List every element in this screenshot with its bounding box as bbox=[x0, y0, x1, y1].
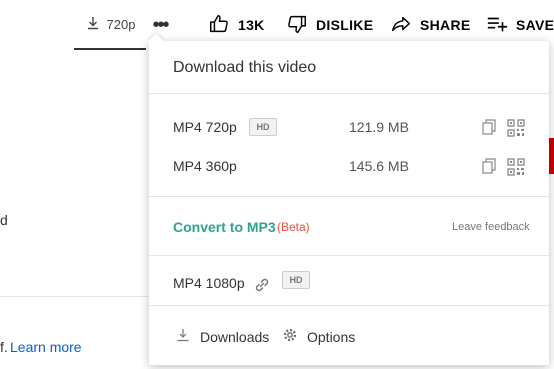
format-name: MP4 720p bbox=[173, 119, 237, 135]
leave-feedback-link[interactable]: Leave feedback bbox=[452, 221, 530, 233]
link-icon[interactable] bbox=[253, 276, 271, 294]
page-text-fragment: d bbox=[0, 212, 8, 228]
like-button[interactable]: 13K bbox=[208, 12, 265, 38]
format-size: 121.9 MB bbox=[349, 119, 409, 135]
page-text-fragment: f. bbox=[0, 339, 8, 355]
hd-badge: HD bbox=[282, 271, 310, 289]
downloads-label: Downloads bbox=[200, 328, 270, 345]
like-count: 13K bbox=[238, 17, 265, 33]
download-icon bbox=[176, 328, 190, 345]
options-button[interactable]: Options bbox=[283, 328, 355, 345]
page-divider bbox=[0, 296, 150, 297]
like-icon bbox=[208, 13, 230, 38]
gear-icon bbox=[283, 328, 297, 345]
share-icon bbox=[390, 13, 412, 38]
popup-divider bbox=[149, 305, 549, 306]
format-row-mp4-360p[interactable]: MP4 360p 145.6 MB bbox=[149, 154, 549, 178]
save-label: SAVE bbox=[516, 17, 554, 33]
beta-label: (Beta) bbox=[277, 220, 310, 234]
more-actions-button[interactable]: ••• bbox=[150, 14, 170, 36]
copy-icon[interactable] bbox=[482, 119, 496, 135]
save-button[interactable]: SAVE bbox=[486, 12, 554, 38]
download-popup: Download this video MP4 720p HD 121.9 MB… bbox=[149, 41, 549, 365]
download-quality-label: 720p bbox=[106, 16, 136, 32]
download-icon bbox=[85, 15, 101, 34]
popup-divider bbox=[149, 93, 549, 94]
hd-badge: HD bbox=[249, 118, 277, 136]
options-label: Options bbox=[307, 328, 356, 345]
downloads-button[interactable]: Downloads bbox=[176, 328, 269, 345]
learn-more-link[interactable]: Learn more bbox=[10, 339, 82, 355]
download-button[interactable]: 720p bbox=[74, 0, 146, 50]
popup-title: Download this video bbox=[173, 59, 317, 76]
format-row-mp4-1080p[interactable]: MP4 1080p bbox=[149, 271, 549, 295]
qr-icon[interactable] bbox=[507, 158, 525, 176]
popup-divider bbox=[149, 196, 549, 197]
save-icon bbox=[486, 13, 508, 38]
format-size: 145.6 MB bbox=[349, 158, 409, 174]
popup-divider bbox=[149, 255, 549, 256]
copy-icon[interactable] bbox=[482, 158, 496, 174]
format-row-mp4-720p[interactable]: MP4 720p HD 121.9 MB bbox=[149, 115, 549, 139]
format-name: MP4 1080p bbox=[173, 275, 245, 291]
convert-to-mp3-link[interactable]: Convert to MP3 bbox=[173, 219, 276, 235]
dislike-button[interactable]: DISLIKE bbox=[286, 12, 373, 38]
format-name: MP4 360p bbox=[173, 158, 237, 174]
share-label: SHARE bbox=[420, 17, 471, 33]
dislike-label: DISLIKE bbox=[316, 17, 374, 33]
qr-icon[interactable] bbox=[507, 119, 525, 137]
share-button[interactable]: SHARE bbox=[390, 12, 471, 38]
dislike-icon bbox=[286, 13, 308, 38]
